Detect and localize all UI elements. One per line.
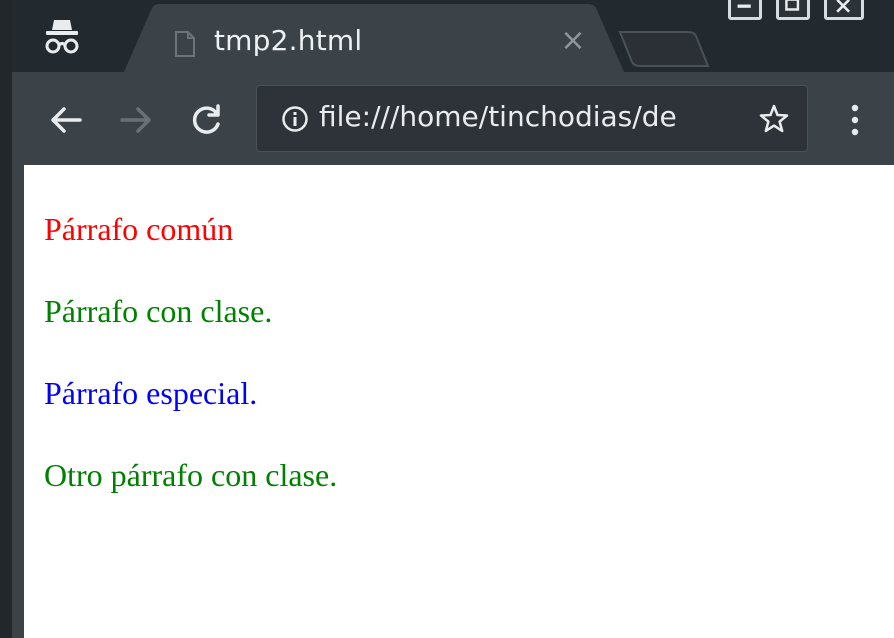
arrow-right-icon [120,107,151,133]
info-icon[interactable] [281,105,309,133]
window-frame-left [0,0,12,638]
address-bar[interactable]: file:///home/tinchodias/de [256,85,808,152]
back-button[interactable] [46,100,86,140]
new-tab-button[interactable] [616,26,712,72]
minimize-icon [737,4,751,8]
url-text[interactable]: file:///home/tinchodias/de [319,100,749,133]
close-icon [836,0,851,13]
arrow-left-icon [51,107,82,133]
incognito-icon [38,14,86,62]
reload-button[interactable] [186,100,226,140]
window-maximize-button[interactable] [776,0,810,20]
paragraph-common: Párrafo común [44,211,234,247]
tab-close-icon[interactable]: × [558,26,588,56]
paragraph-special: Párrafo especial. [44,375,258,411]
tab-tmp2[interactable]: tmp2.html × [124,4,624,72]
tab-title: tmp2.html [214,24,363,57]
paragraph-other-with-class: Otro párrafo con clase. [44,457,338,493]
window-close-button[interactable] [824,0,864,20]
window-minimize-button[interactable] [728,0,762,20]
tab-strip: tmp2.html × [12,0,894,72]
paragraph-with-class: Párrafo con clase. [44,293,273,329]
reload-icon [192,104,220,134]
maximize-icon [785,0,800,11]
browser-toolbar: file:///home/tinchodias/de [12,72,894,165]
star-icon[interactable] [757,102,791,136]
tab-shape [124,4,624,72]
kebab-menu-icon[interactable] [840,100,870,140]
forward-button[interactable] [116,100,156,140]
browser-window: tmp2.html × file:///home/tinchodias/de P… [0,0,894,638]
page-content: Párrafo común Párrafo con clase. Párrafo… [24,165,894,638]
window-frame-left-inner [12,165,24,638]
file-icon [174,30,196,58]
